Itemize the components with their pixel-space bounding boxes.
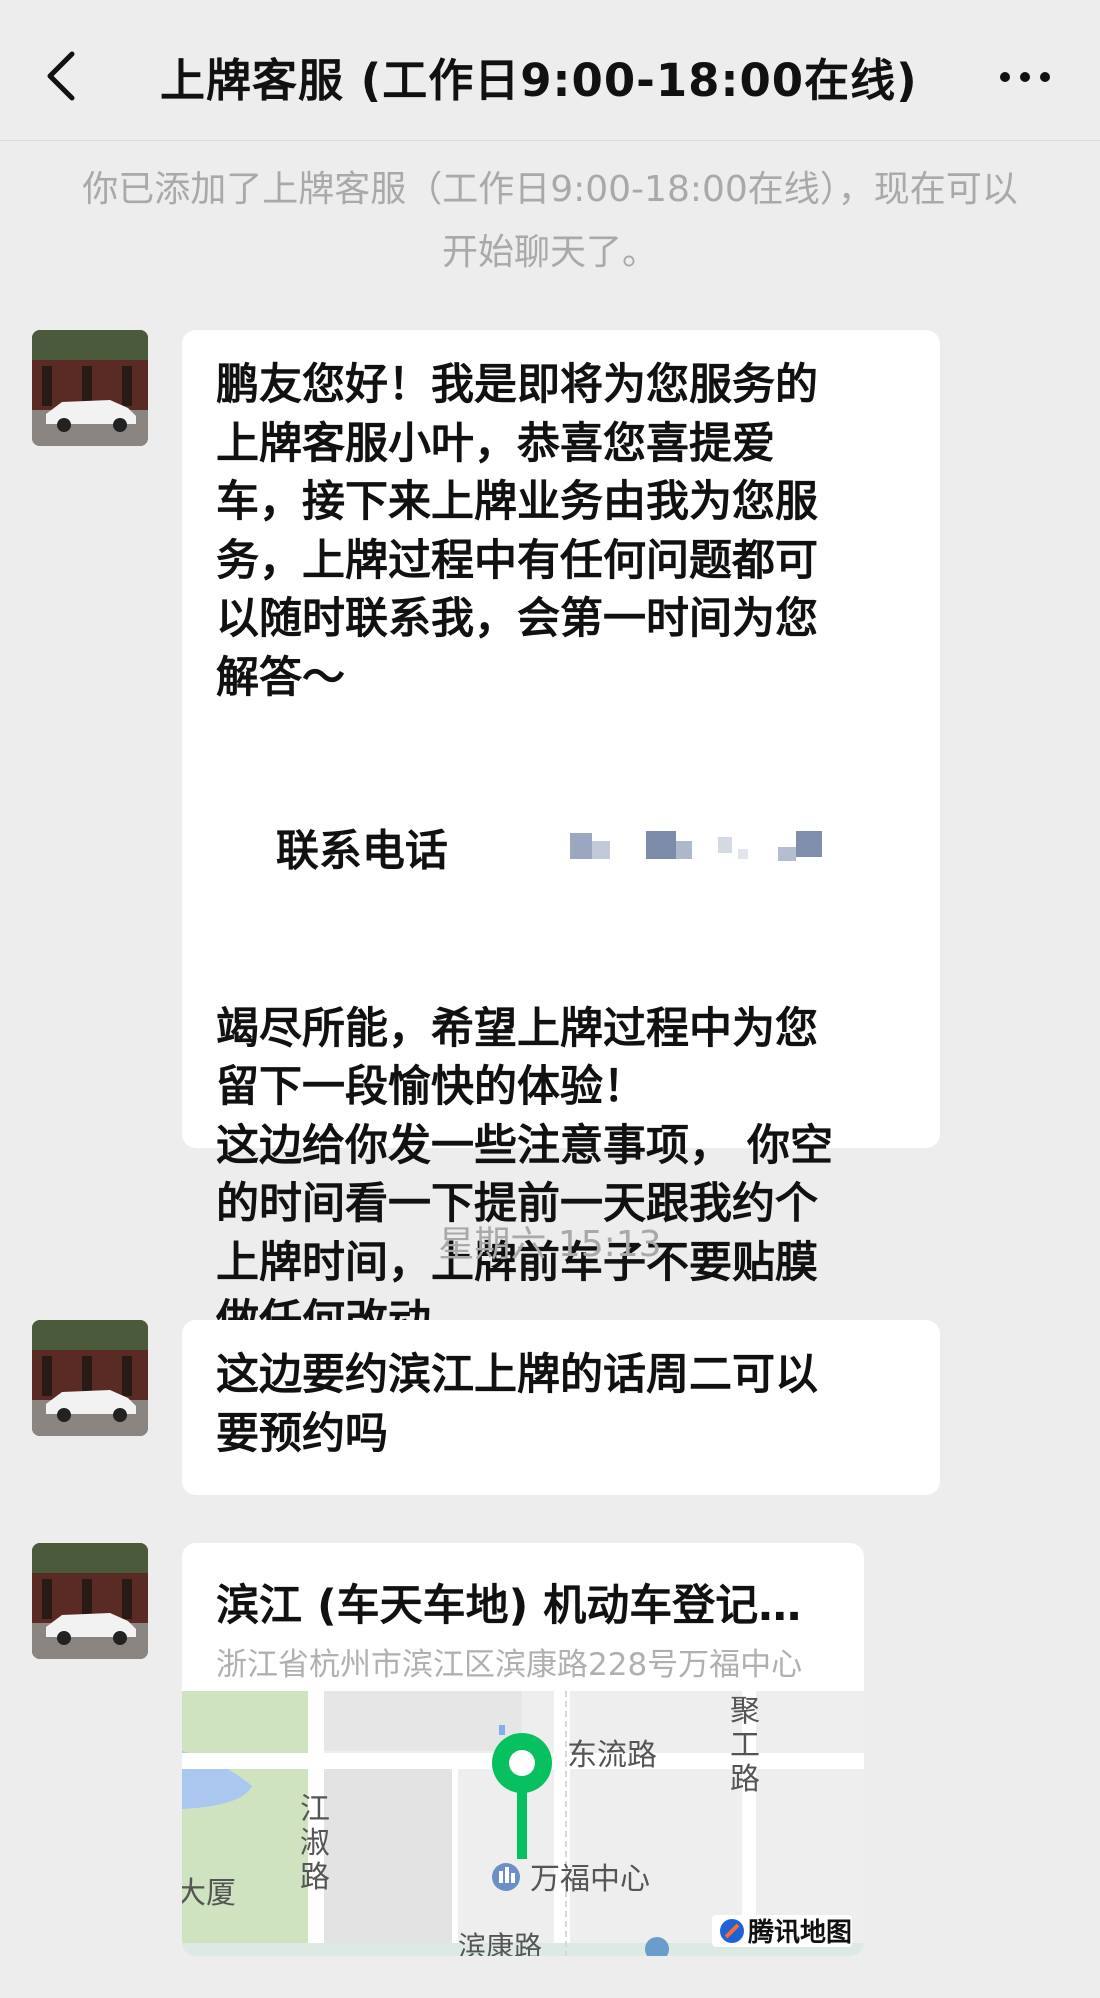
chat-header: 上牌客服 (工作日9:00-18:00在线)	[0, 0, 1100, 141]
contact-avatar[interactable]	[32, 1543, 148, 1659]
message-bubble[interactable]: 鹏友您好！我是即将为您服务的 上牌客服小叶，恭喜您喜提爱 车，接下来上牌业务由我…	[182, 330, 940, 1346]
contact-avatar[interactable]	[32, 330, 148, 446]
location-address: 浙江省杭州市滨江区滨康路228号万福中心	[216, 1647, 803, 1683]
car-photo-icon	[32, 330, 148, 446]
more-options-icon[interactable]	[995, 62, 1055, 92]
redacted-phone-number	[448, 766, 878, 942]
map-brand-logo: 腾讯地图	[748, 1918, 852, 1948]
contact-avatar[interactable]	[32, 1320, 148, 1436]
location-name: 滨江 (车天车地) 机动车登记服务站	[216, 1581, 836, 1631]
phone-line: 联系电话	[216, 707, 906, 1000]
map-road-label: 路	[730, 1762, 760, 1797]
chat-title: 上牌客服 (工作日9:00-18:00在线)	[160, 54, 918, 107]
map-poi-label: 万福中心	[530, 1862, 650, 1897]
message-text: 这边要约滨江上牌的话周二可以 要预约吗	[216, 1350, 818, 1459]
map-road-label: 江	[300, 1792, 330, 1827]
map-road-label: 淑	[300, 1826, 330, 1861]
map-road-label: 聚	[730, 1694, 760, 1729]
car-photo-icon	[32, 1320, 148, 1436]
location-card[interactable]: 滨江 (车天车地) 机动车登记服务站 浙江省杭州市滨江区滨康路228号万福中心 …	[182, 1543, 864, 1956]
map-road-label: 路	[300, 1860, 330, 1895]
message-text: 竭尽所能，希望上牌过程中为您 留下一段愉快的体验！ 这边给你发一些注意事项， 你…	[216, 1003, 833, 1347]
message-text: 鹏友您好！我是即将为您服务的 上牌客服小叶，恭喜您喜提爱 车，接下来上牌业务由我…	[216, 360, 818, 703]
system-notice: 你已添加了上牌客服（工作日9:00-18:00在线），现在可以开始聊天了。	[82, 169, 1018, 273]
map-road-label: 工	[730, 1728, 760, 1763]
back-arrow-icon[interactable]	[40, 48, 84, 104]
map-road-label: 东流路	[567, 1738, 657, 1773]
message-bubble[interactable]: 这边要约滨江上牌的话周二可以 要预约吗	[182, 1320, 940, 1495]
map-preview[interactable]: 东流路 聚 工 路 江 淑 路 万福中心 大厦 滨康路 腾讯地图	[182, 1691, 864, 1956]
phone-label: 联系电话	[275, 825, 448, 876]
map-road-label: 滨康路	[458, 1930, 542, 1956]
car-photo-icon	[32, 1543, 148, 1659]
map-building-label: 大厦	[182, 1876, 236, 1911]
timestamp: 星期六 15:13	[438, 1224, 662, 1265]
